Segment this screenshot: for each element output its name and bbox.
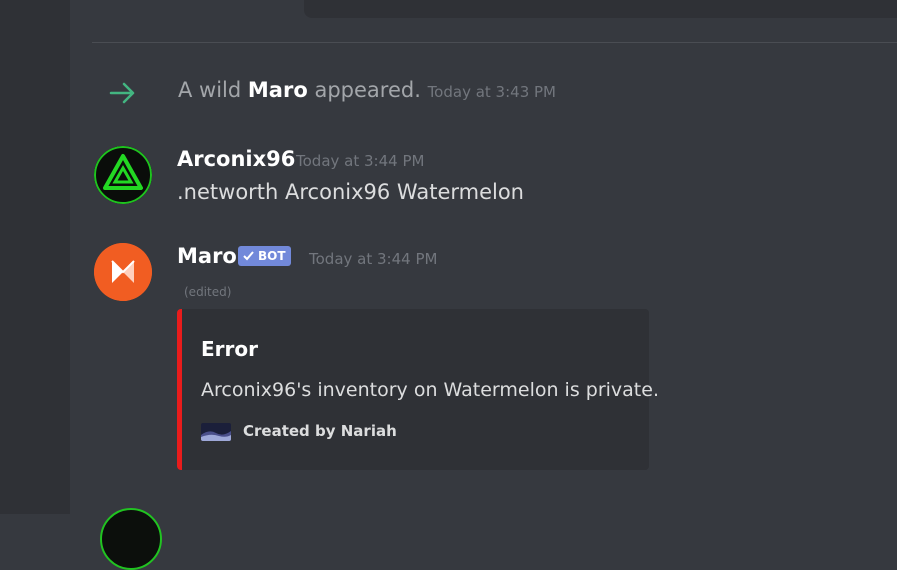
message-timestamp[interactable]: Today at 3:44 PM	[296, 152, 424, 170]
system-prefix: A wild	[178, 78, 242, 102]
left-sidebar	[0, 0, 70, 514]
embed-description: Arconix96's inventory on Watermelon is p…	[201, 379, 659, 401]
edited-label: (edited)	[184, 285, 232, 299]
avatar[interactable]	[100, 508, 162, 570]
avatar[interactable]	[94, 243, 152, 301]
date-divider	[92, 42, 897, 43]
bot-badge: BOT	[238, 246, 291, 266]
bot-badge-label: BOT	[258, 249, 286, 263]
system-suffix: appeared.	[314, 78, 421, 102]
avatar[interactable]	[94, 146, 152, 204]
message-author[interactable]: Maro	[177, 244, 237, 268]
joined-user-name[interactable]: Maro	[248, 78, 308, 102]
embed-title: Error	[201, 337, 258, 361]
message-content: .networth Arconix96 Watermelon	[177, 180, 524, 204]
embed-footer: Created by Nariah	[243, 422, 397, 440]
footer-icon	[201, 423, 231, 441]
system-timestamp[interactable]: Today at 3:43 PM	[428, 83, 556, 101]
checkmark-icon	[243, 251, 254, 261]
message-timestamp[interactable]: Today at 3:44 PM	[309, 250, 437, 268]
error-embed: Error Arconix96's inventory on Watermelo…	[177, 309, 659, 470]
system-join-message: A wild Maro appeared. Today at 3:43 PM	[178, 78, 556, 102]
previous-embed-fragment	[304, 0, 897, 18]
message-author[interactable]: Arconix96	[177, 147, 295, 171]
arrow-right-icon	[109, 82, 135, 104]
